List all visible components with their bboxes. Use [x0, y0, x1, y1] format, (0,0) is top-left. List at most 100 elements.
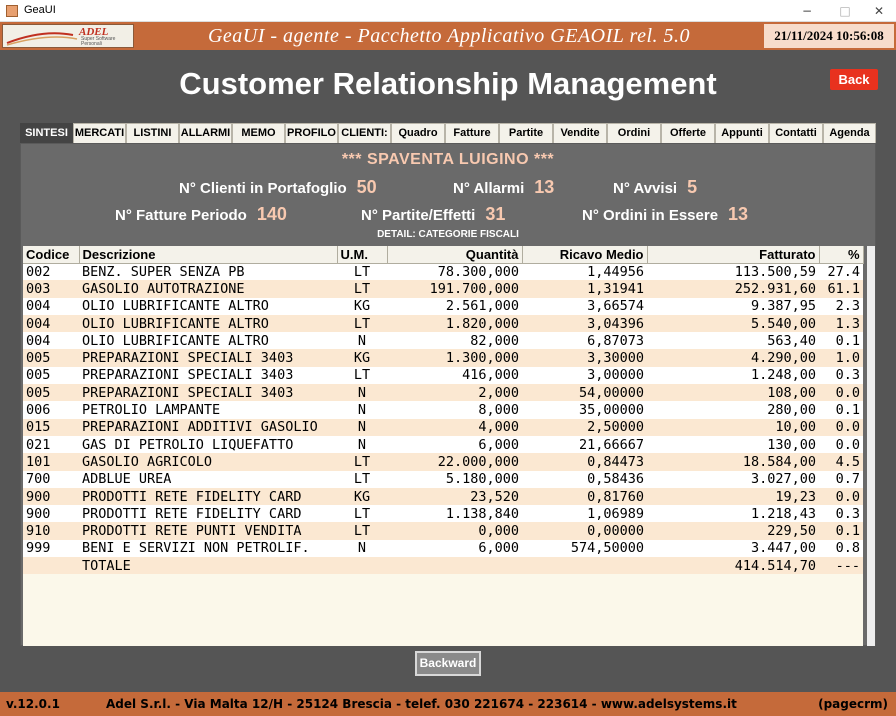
tab-vendite[interactable]: Vendite — [553, 123, 607, 143]
cell-quantita: 1.300,000 — [387, 349, 522, 367]
close-icon[interactable]: ✕ — [862, 0, 896, 22]
tab-ordini[interactable]: Ordini — [607, 123, 661, 143]
cell-descrizione: PRODOTTI RETE FIDELITY CARD — [79, 487, 337, 506]
cell-um: LT — [337, 522, 387, 540]
cell-fatturato: 252.931,60 — [647, 280, 819, 298]
table-row[interactable]: 900 PRODOTTI RETE FIDELITY CARD LT 1.138,84… — [23, 505, 863, 523]
stat-avvisi: N° Avvisi 5 — [613, 177, 697, 198]
backward-button[interactable]: Backward — [415, 651, 481, 676]
table-row[interactable]: 006 PETROLIO LAMPANTE N 8,000 35,00000 280,00… — [23, 401, 863, 419]
cell-quantita: 0,000 — [387, 522, 522, 540]
table-row[interactable]: 003 GASOLIO AUTOTRAZIONE LT 191.700,000 1,31… — [23, 280, 863, 298]
datetime-display: 21/11/2024 10:56:08 — [764, 24, 894, 48]
table-row[interactable]: 005 PREPARAZIONI SPECIALI 3403 N 2,000 54,00… — [23, 384, 863, 402]
tab-contatti[interactable]: Contatti — [769, 123, 823, 143]
table-row[interactable]: 004 OLIO LUBRIFICANTE ALTRO N 82,000 6,87073… — [23, 332, 863, 350]
tab-mercati[interactable]: MERCATI — [73, 123, 126, 143]
cell-quantita: 2.561,000 — [387, 297, 522, 315]
cell-percentuale: 27.4 — [819, 263, 863, 281]
tab-quadro[interactable]: Quadro — [391, 123, 445, 143]
table-row[interactable]: 005 PREPARAZIONI SPECIALI 3403 LT 416,000 3,… — [23, 366, 863, 385]
cell-quantita: 6,000 — [387, 435, 522, 454]
tab-clienti[interactable]: CLIENTI: — [338, 123, 391, 143]
cell-quantita: 1.138,840 — [387, 505, 522, 523]
cell-descrizione: PRODOTTI RETE PUNTI VENDITA — [79, 522, 337, 540]
tab-listini[interactable]: LISTINI — [126, 123, 179, 143]
cell-ricavo-medio: 3,66574 — [522, 297, 647, 315]
tab-profilo[interactable]: PROFILO — [285, 123, 338, 143]
table-row[interactable]: 910 PRODOTTI RETE PUNTI VENDITA LT 0,000 0,0… — [23, 522, 863, 540]
table-row[interactable]: TOTALE 414.514,70 --- — [23, 557, 863, 575]
col-header-fatturato[interactable]: Fatturato — [647, 246, 820, 264]
tab-offerte[interactable]: Offerte — [661, 123, 715, 143]
table-row[interactable]: 004 OLIO LUBRIFICANTE ALTRO KG 2.561,000 3,6… — [23, 297, 863, 315]
stat-allarmi-label: N° Allarmi — [453, 180, 525, 197]
tab-memo[interactable]: MEMO — [232, 123, 285, 143]
col-header-percentuale[interactable]: % — [819, 246, 864, 264]
footer-version: v.12.0.1 — [6, 697, 60, 711]
tab-agenda[interactable]: Agenda — [823, 123, 876, 143]
tab-partite[interactable]: Partite — [499, 123, 553, 143]
col-header-ricavo-medio[interactable]: Ricavo Medio — [522, 246, 648, 264]
cell-um: LT — [337, 280, 387, 298]
tab-allarmi[interactable]: ALLARMI — [179, 123, 232, 143]
footer-page-id: (pagecrm) — [818, 697, 888, 711]
table-row[interactable]: 900 PRODOTTI RETE FIDELITY CARD KG 23,520 0,… — [23, 487, 863, 506]
tab-sintesi[interactable]: SINTESI — [20, 123, 73, 143]
stat-partite-label: N° Partite/Effetti — [361, 207, 476, 224]
cell-percentuale: 0.7 — [819, 470, 863, 488]
cell-codice: 910 — [23, 522, 79, 540]
cell-fatturato: 108,00 — [647, 384, 819, 402]
tab-bar: SINTESI MERCATI LISTINI ALLARMI MEMO PRO… — [20, 123, 876, 143]
col-header-codice[interactable]: Codice — [23, 246, 80, 264]
cell-ricavo-medio: 0,81760 — [522, 487, 647, 506]
stat-ordini-value: 13 — [728, 204, 749, 224]
table-row[interactable]: 999 BENI E SERVIZI NON PETROLIF. N 6,000 574… — [23, 539, 863, 558]
cell-percentuale: 0.1 — [819, 522, 863, 540]
table-row[interactable]: 021 GAS DI PETROLIO LIQUEFATTO N 6,000 21,66… — [23, 435, 863, 454]
col-header-um[interactable]: U.M. — [337, 246, 388, 264]
cell-descrizione: PETROLIO LAMPANTE — [79, 401, 337, 419]
table-row[interactable]: 004 OLIO LUBRIFICANTE ALTRO LT 1.820,000 3,0… — [23, 314, 863, 333]
table-row[interactable]: 700 ADBLUE UREA LT 5.180,000 0,58436 3.027,00… — [23, 470, 863, 488]
minimize-icon[interactable]: − — [790, 0, 824, 22]
cell-descrizione: GASOLIO AGRICOLO — [79, 453, 337, 471]
table-row[interactable]: 005 PREPARAZIONI SPECIALI 3403 KG 1.300,000… — [23, 349, 863, 367]
cell-percentuale: 0.0 — [819, 487, 863, 506]
cell-codice: 005 — [23, 366, 79, 385]
detail-table-container[interactable]: Codice Descrizione U.M. Quantità Ricavo … — [23, 246, 864, 646]
cell-descrizione: OLIO LUBRIFICANTE ALTRO — [79, 297, 337, 315]
col-header-descrizione[interactable]: Descrizione — [79, 246, 338, 264]
table-row[interactable]: 002 BENZ. SUPER SENZA PB LT 78.300,000 1,449… — [23, 263, 863, 281]
cell-um: LT — [337, 366, 387, 385]
col-header-quantita[interactable]: Quantità — [387, 246, 523, 264]
table-row[interactable]: 015 PREPARAZIONI ADDITIVI GASOLIO N 4,000 2,… — [23, 418, 863, 436]
tab-appunti[interactable]: Appunti — [715, 123, 769, 143]
maximize-icon[interactable]: □ — [828, 0, 862, 22]
cell-codice: 004 — [23, 297, 79, 315]
cell-fatturato: 1.218,43 — [647, 505, 819, 523]
cell-quantita: 82,000 — [387, 332, 522, 350]
cell-codice: 700 — [23, 470, 79, 488]
stat-allarmi-value: 13 — [534, 177, 555, 197]
cell-percentuale: 0.8 — [819, 539, 863, 558]
cell-codice: 900 — [23, 487, 79, 506]
cell-codice: 021 — [23, 435, 79, 454]
stat-clienti: N° Clienti in Portafoglio 50 — [179, 177, 377, 198]
cell-descrizione: GASOLIO AUTOTRAZIONE — [79, 280, 337, 298]
cell-um: KG — [337, 297, 387, 315]
cell-percentuale: 0.0 — [819, 418, 863, 436]
tab-fatture[interactable]: Fatture — [445, 123, 499, 143]
cell-um: N — [337, 418, 387, 436]
table-header-row: Codice Descrizione U.M. Quantità Ricavo … — [23, 246, 864, 264]
cell-quantita: 5.180,000 — [387, 470, 522, 488]
table-row[interactable]: 101 GASOLIO AGRICOLO LT 22.000,000 0,84473 18… — [23, 453, 863, 471]
cell-quantita: 78.300,000 — [387, 263, 522, 281]
cell-fatturato: 414.514,70 — [647, 557, 819, 575]
back-button[interactable]: Back — [830, 69, 878, 90]
cell-codice: 003 — [23, 280, 79, 298]
detail-table: Codice Descrizione U.M. Quantità Ricavo … — [23, 246, 864, 575]
table-scrollbar[interactable] — [867, 246, 875, 646]
app-icon — [6, 5, 18, 17]
cell-descrizione: BENZ. SUPER SENZA PB — [79, 263, 337, 281]
